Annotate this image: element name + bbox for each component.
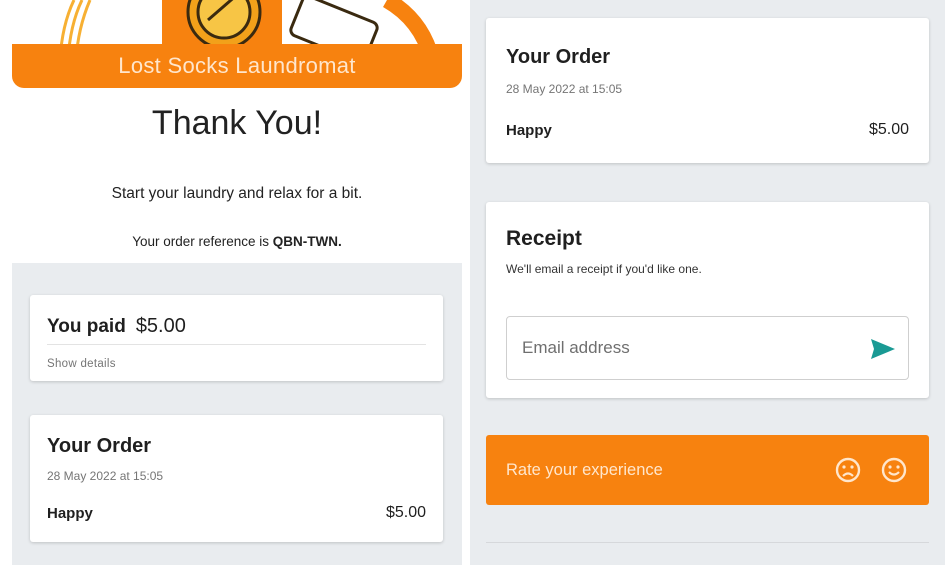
brand-header: Lost Socks Laundromat — [12, 44, 462, 88]
order-title: Your Order — [506, 46, 611, 68]
order-item-name: Happy — [506, 122, 552, 139]
email-field-container — [506, 316, 909, 380]
brand-name: Lost Socks Laundromat — [118, 53, 356, 78]
receipt-subtitle: We'll email a receipt if you'd like one. — [506, 262, 702, 276]
rate-experience-bar: Rate your experience — [486, 435, 929, 505]
cards-area: You paid $5.00 Show details Your Order 2… — [12, 263, 462, 565]
order-item-price: $5.00 — [385, 504, 426, 521]
order-reference-prefix: Your order reference is — [132, 234, 270, 249]
order-date: 28 May 2022 at 15:05 — [47, 469, 164, 483]
payment-summary: You paid $5.00 — [47, 315, 186, 338]
email-input[interactable] — [507, 317, 847, 379]
order-title: Your Order — [47, 435, 152, 457]
order-reference-code: QBN-TWN. — [272, 234, 342, 249]
happy-face-button[interactable] — [880, 456, 908, 484]
divider — [486, 542, 929, 543]
payment-card: You paid $5.00 Show details — [30, 295, 443, 381]
order-reference-line: Your order reference is QBN-TWN. — [12, 234, 462, 249]
confirmation-screen: Lost Socks Laundromat Thank You! Start y… — [12, 0, 462, 565]
paid-label: You paid — [47, 316, 126, 337]
sad-face-button[interactable] — [834, 456, 862, 484]
order-card: Your Order 28 May 2022 at 15:05 Happy $5… — [486, 18, 929, 163]
receipt-title: Receipt — [506, 227, 582, 250]
order-item-name: Happy — [47, 505, 93, 522]
happy-face-icon — [881, 457, 907, 483]
paid-amount: $5.00 — [135, 315, 186, 337]
send-icon — [871, 339, 895, 359]
order-date: 28 May 2022 at 15:05 — [506, 82, 623, 96]
receipt-card: Receipt We'll email a receipt if you'd l… — [486, 202, 929, 398]
receipt-screen: Your Order 28 May 2022 at 15:05 Happy $5… — [470, 0, 945, 565]
order-item-price: $5.00 — [868, 121, 909, 138]
show-details-link[interactable]: Show details — [47, 358, 116, 370]
rate-experience-label: Rate your experience — [506, 461, 663, 479]
confirmation-message: Start your laundry and relax for a bit. — [111, 185, 363, 202]
order-card: Your Order 28 May 2022 at 15:05 Happy $5… — [30, 415, 443, 542]
send-receipt-button[interactable] — [868, 334, 898, 364]
sad-face-icon — [835, 457, 861, 483]
thank-you-heading: Thank You! — [151, 104, 323, 142]
divider — [47, 344, 426, 345]
